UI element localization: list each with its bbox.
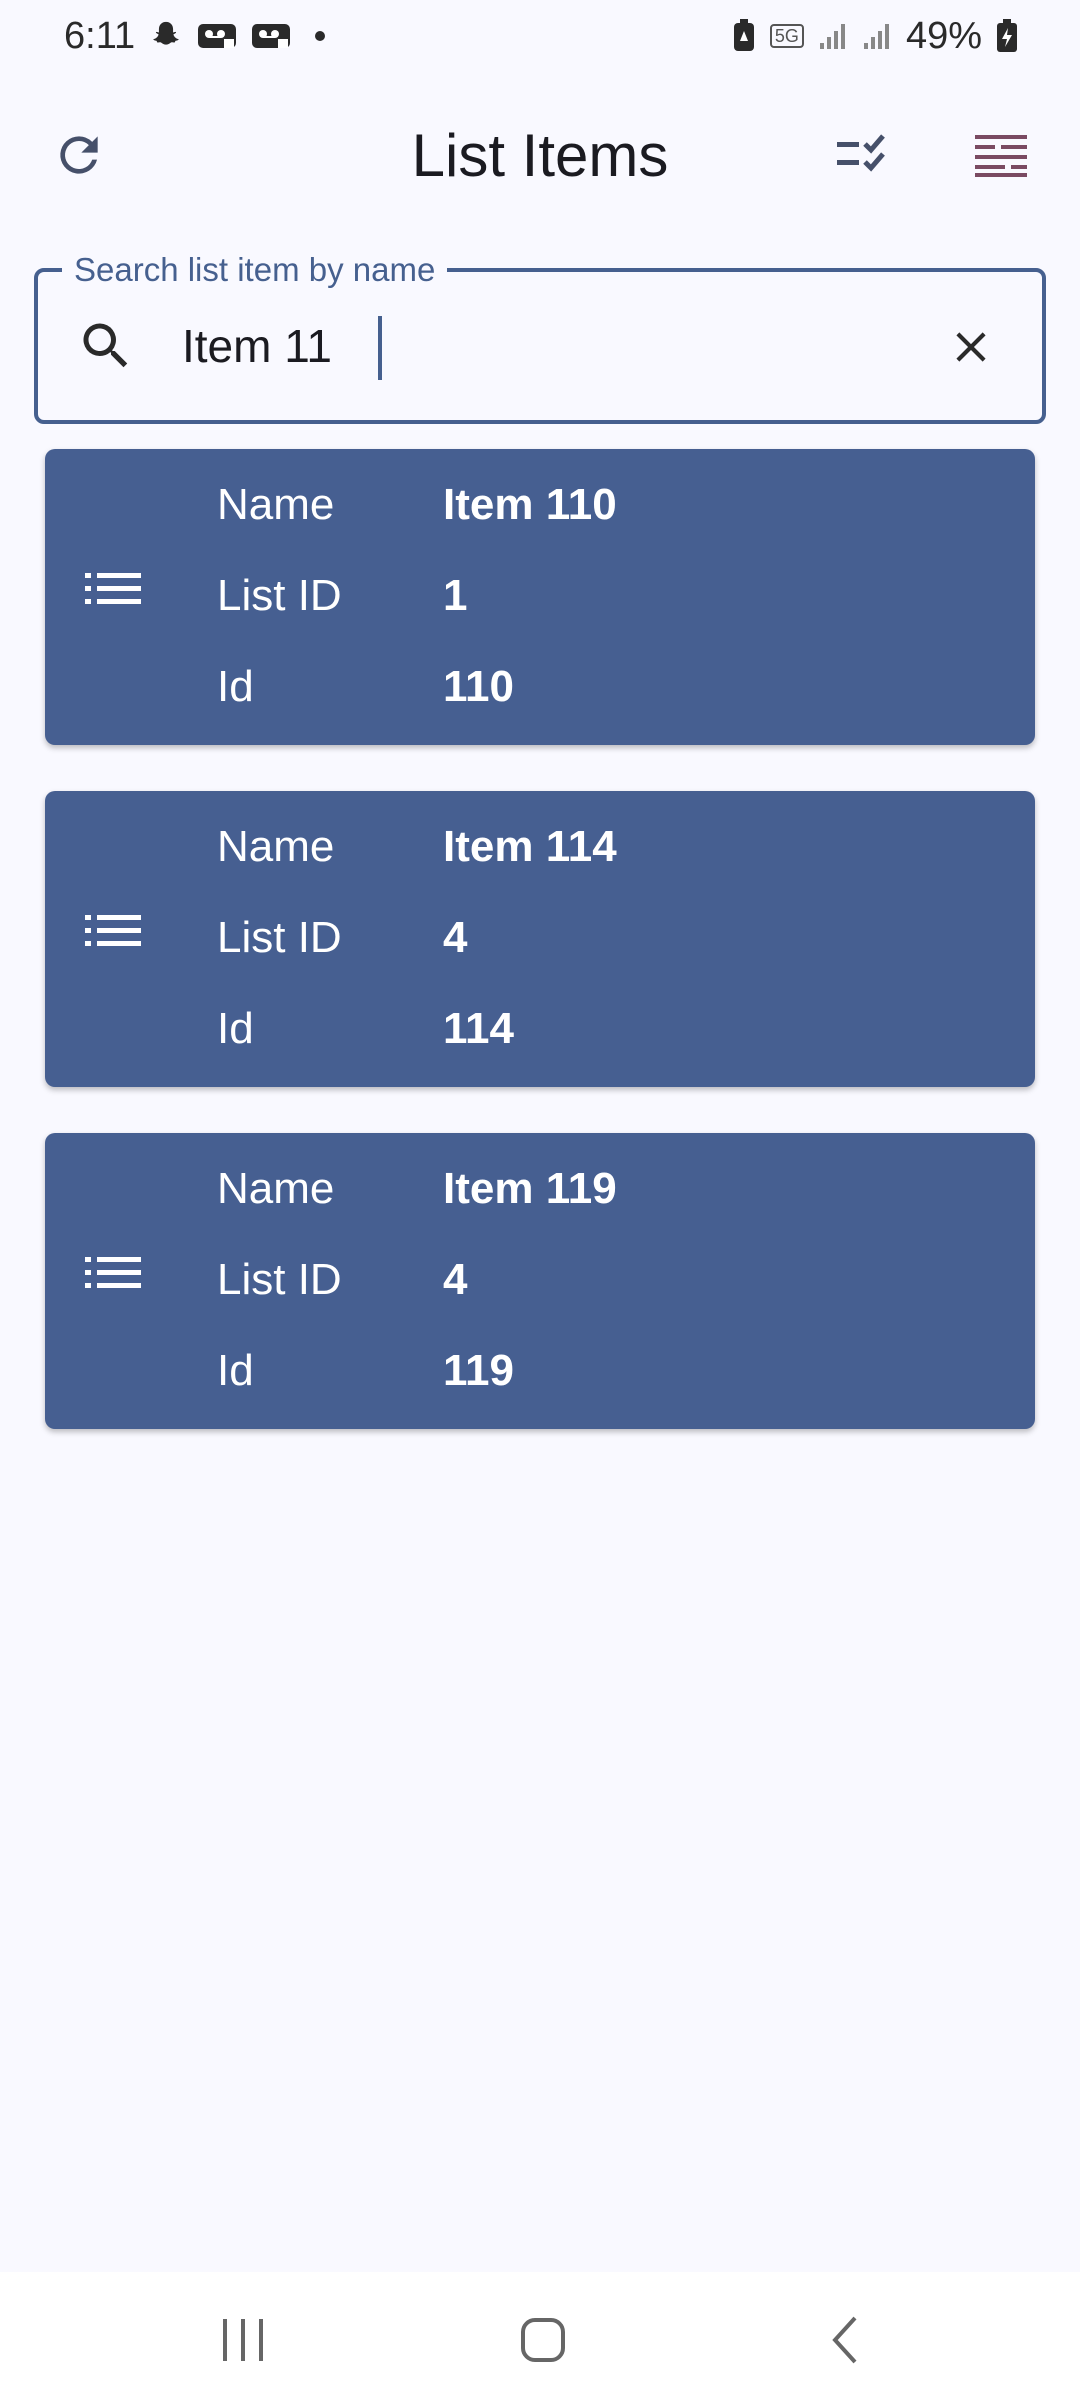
list-item-card[interactable]: Name Item 114 List ID 4 Id 114 <box>45 791 1035 1087</box>
id-row: Id 119 <box>217 1341 514 1401</box>
search-field[interactable]: Search list item by name <box>34 250 1046 424</box>
id-label: Id <box>217 662 254 711</box>
page-title: List Items <box>411 121 669 189</box>
checklist-icon <box>837 134 885 172</box>
battery-icon <box>996 19 1018 53</box>
search-icon <box>76 316 136 376</box>
item-list-id: 1 <box>443 571 468 620</box>
list-icon <box>83 911 155 967</box>
back-button[interactable] <box>800 2300 890 2380</box>
item-id: 114 <box>443 1004 514 1053</box>
list-id-label: List ID <box>217 913 342 962</box>
battery-saver-icon <box>732 19 756 53</box>
name-label: Name <box>217 480 335 529</box>
name-row: Name Item 114 <box>217 817 617 877</box>
notification-dot-icon <box>315 31 326 41</box>
list-id-row: List ID 1 <box>217 566 467 626</box>
item-name: Item 110 <box>443 480 617 529</box>
list-icon <box>83 1253 155 1309</box>
item-id: 110 <box>443 662 514 711</box>
network-type-badge: 5G <box>769 24 804 48</box>
search-input[interactable] <box>182 306 942 386</box>
item-list-id: 4 <box>443 1255 468 1304</box>
list-id-label: List ID <box>217 1255 342 1304</box>
search-label: Search list item by name <box>62 250 448 290</box>
item-name: Item 119 <box>443 1164 617 1213</box>
signal-icon <box>862 21 892 51</box>
refresh-icon <box>60 136 98 174</box>
text-cursor <box>378 316 382 380</box>
status-bar: 6:11 5G 49% <box>0 0 1080 72</box>
system-nav-bar <box>0 2272 1080 2408</box>
list-item-card[interactable]: Name Item 110 List ID 1 Id 110 <box>45 449 1035 745</box>
list-icon <box>83 569 155 625</box>
select-items-button[interactable] <box>822 110 912 200</box>
id-row: Id 110 <box>217 657 514 717</box>
filter-lines-icon <box>975 135 1027 177</box>
home-button[interactable] <box>498 2300 588 2380</box>
item-name: Item 114 <box>443 822 617 871</box>
voicemail-icon <box>197 21 237 51</box>
filter-button[interactable] <box>956 110 1046 200</box>
recent-apps-icon <box>223 2319 263 2361</box>
id-label: Id <box>217 1004 254 1053</box>
name-label: Name <box>217 1164 335 1213</box>
voicemail-icon <box>251 21 291 51</box>
home-icon <box>521 2318 565 2362</box>
name-row: Name Item 119 <box>217 1159 617 1219</box>
name-row: Name Item 110 <box>217 475 617 535</box>
item-list-id: 4 <box>443 913 468 962</box>
status-time: 6:11 <box>64 14 136 57</box>
id-row: Id 114 <box>217 999 514 1059</box>
close-icon <box>956 332 986 362</box>
clear-search-button[interactable] <box>936 312 1006 382</box>
list-id-row: List ID 4 <box>217 908 467 968</box>
name-label: Name <box>217 822 335 871</box>
recent-apps-button[interactable] <box>198 2300 288 2380</box>
back-icon <box>832 2316 857 2364</box>
list-item-card[interactable]: Name Item 119 List ID 4 Id 119 <box>45 1133 1035 1429</box>
item-id: 119 <box>443 1346 514 1395</box>
battery-percent: 49% <box>905 14 982 57</box>
top-app-bar: List Items <box>0 100 1080 210</box>
id-label: Id <box>217 1346 254 1395</box>
snapchat-icon <box>149 19 183 53</box>
signal-icon <box>818 21 848 51</box>
refresh-button[interactable] <box>34 110 124 200</box>
list-id-row: List ID 4 <box>217 1250 467 1310</box>
list-id-label: List ID <box>217 571 342 620</box>
